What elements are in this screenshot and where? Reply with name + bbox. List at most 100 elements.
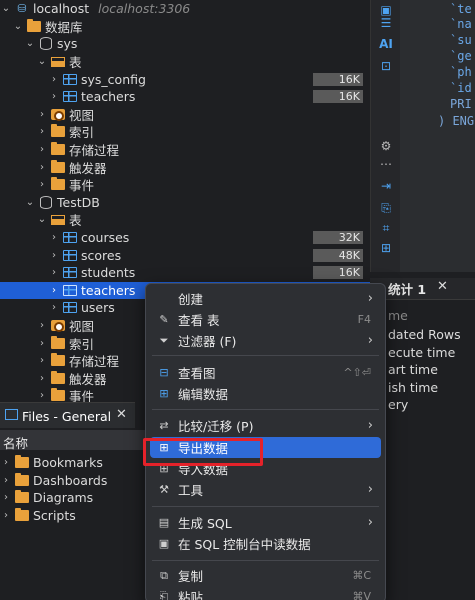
tree-node-triggers[interactable]: › 触发器 bbox=[0, 158, 370, 176]
stats-row: ecute time bbox=[388, 345, 456, 360]
more-icon[interactable]: ⋯ bbox=[378, 156, 394, 172]
menu-separator bbox=[152, 560, 379, 561]
list-item-bookmarks[interactable]: › Bookmarks bbox=[0, 454, 103, 471]
tree-node-sys-tables[interactable]: ⌄ 表 bbox=[0, 53, 370, 71]
menu-separator bbox=[152, 409, 379, 410]
tables-folder-icon bbox=[51, 56, 65, 67]
menu-item-label: 比较/迁移 (P) bbox=[178, 419, 254, 434]
chevron-down-icon[interactable]: ⌄ bbox=[24, 197, 36, 208]
table-icon bbox=[63, 302, 77, 314]
code-line: `su bbox=[450, 33, 472, 47]
grid-icon[interactable]: ⊞ bbox=[378, 240, 394, 256]
file-error-icon[interactable]: ⎘ bbox=[378, 200, 394, 216]
files-column-header[interactable]: 名称 bbox=[0, 430, 145, 451]
chevron-right-icon[interactable]: › bbox=[36, 320, 48, 331]
chevron-right-icon[interactable]: › bbox=[36, 162, 48, 173]
export-icon[interactable]: ⇥ bbox=[378, 178, 394, 194]
menu-item-view-table[interactable]: ✎ 查看 表 F4 bbox=[150, 309, 381, 330]
chevron-down-icon[interactable]: ⌄ bbox=[12, 21, 24, 32]
views-icon bbox=[51, 320, 65, 333]
chevron-right-icon[interactable]: › bbox=[36, 144, 48, 155]
tree-node-db-sys[interactable]: ⌄ sys bbox=[0, 35, 370, 53]
tree-node-table[interactable]: › students 16K bbox=[0, 264, 370, 282]
tab-statistics[interactable]: 统计 1 bbox=[388, 279, 426, 298]
folder-icon bbox=[15, 455, 29, 468]
chevron-down-icon[interactable]: ⌄ bbox=[36, 56, 48, 67]
sql-editor[interactable]: `te `na `su `ge `ph `id PRI ) ENG bbox=[400, 0, 475, 272]
folder-icon bbox=[15, 472, 29, 486]
chevron-down-icon[interactable]: ⌄ bbox=[36, 214, 48, 225]
chevron-right-icon[interactable]: › bbox=[48, 285, 60, 296]
menu-item-read-in-sql-console[interactable]: ▣ 在 SQL 控制台中读数据 bbox=[150, 533, 381, 554]
terminal-icon[interactable]: ⊡ bbox=[378, 58, 394, 74]
chevron-right-icon[interactable]: › bbox=[48, 91, 60, 102]
list-item-diagrams[interactable]: › Diagrams bbox=[0, 489, 93, 506]
chevron-right-icon[interactable]: › bbox=[48, 302, 60, 313]
menu-item-copy[interactable]: ⧉ 复制 ⌘C bbox=[150, 565, 381, 586]
chevron-right-icon[interactable]: › bbox=[48, 250, 60, 261]
sql-icon: ▤ bbox=[158, 516, 170, 529]
code-line: `na bbox=[450, 17, 472, 31]
chevron-right-icon: › bbox=[367, 482, 373, 497]
file-code-icon[interactable]: ⌗ bbox=[378, 220, 394, 236]
menu-item-edit-data[interactable]: ⊞ 编辑数据 bbox=[150, 383, 381, 404]
list-item-dashboards[interactable]: › Dashboards bbox=[0, 472, 107, 489]
chevron-right-icon[interactable]: › bbox=[36, 390, 48, 401]
tree-node-connection[interactable]: ⌄ ⛁ localhost localhost:3306 bbox=[0, 0, 370, 18]
code-line: `te bbox=[450, 2, 472, 16]
ai-button[interactable]: AI bbox=[378, 36, 394, 52]
folder-icon bbox=[15, 490, 29, 503]
list-item-label: Diagrams bbox=[33, 490, 94, 505]
menu-item-label: 编辑数据 bbox=[178, 387, 229, 402]
chevron-right-icon[interactable]: › bbox=[36, 355, 48, 366]
chevron-right-icon[interactable]: › bbox=[48, 267, 60, 278]
menu-item-label: 查看 表 bbox=[178, 313, 220, 328]
tree-node-events[interactable]: › 事件 bbox=[0, 176, 370, 194]
chevron-right-icon[interactable]: › bbox=[36, 179, 48, 190]
chevron-right-icon[interactable]: › bbox=[36, 126, 48, 137]
chevron-right-icon[interactable]: › bbox=[36, 338, 48, 349]
menu-item-tools[interactable]: ⚒ 工具 › bbox=[150, 479, 381, 500]
tree-node-table[interactable]: › teachers 16K bbox=[0, 88, 370, 106]
chevron-right-icon[interactable]: › bbox=[36, 373, 48, 384]
chevron-right-icon[interactable]: › bbox=[48, 74, 60, 85]
document-icon[interactable]: ☰ bbox=[378, 15, 394, 31]
menu-separator bbox=[152, 355, 379, 356]
tree-node-indexes[interactable]: › 索引 bbox=[0, 123, 370, 141]
paste-icon: ⎗ bbox=[159, 589, 169, 600]
menu-item-paste[interactable]: ⎗ 粘贴 ⌘V bbox=[150, 586, 381, 600]
close-icon[interactable]: ✕ bbox=[116, 407, 127, 422]
close-icon[interactable]: ✕ bbox=[437, 279, 448, 294]
tree-node-procedures[interactable]: › 存储过程 bbox=[0, 141, 370, 159]
tab-files-general[interactable]: Files - General bbox=[22, 409, 111, 424]
tree-node-views[interactable]: › 视图 bbox=[0, 106, 370, 124]
list-item-label: Dashboards bbox=[33, 472, 108, 488]
tree-node-db-testdb[interactable]: ⌄ TestDB bbox=[0, 194, 370, 212]
folder-label: 视图 bbox=[69, 107, 95, 123]
menu-item-generate-sql[interactable]: ▤ 生成 SQL › bbox=[150, 512, 381, 533]
chevron-right-icon[interactable]: › bbox=[0, 457, 12, 468]
table-size-badge: 32K bbox=[313, 231, 363, 245]
menu-item-create[interactable]: 创建 › bbox=[150, 288, 381, 309]
chevron-right-icon[interactable]: › bbox=[0, 492, 12, 503]
menu-item-view-diagram[interactable]: ⊟ 查看图 ^⇧⏎ bbox=[150, 362, 381, 383]
table-name: teachers bbox=[81, 282, 136, 298]
chevron-down-icon[interactable]: ⌄ bbox=[0, 3, 12, 14]
list-item-scripts[interactable]: › Scripts bbox=[0, 507, 76, 524]
folder-label: 事件 bbox=[69, 389, 95, 402]
tree-node-testdb-tables[interactable]: ⌄ 表 bbox=[0, 211, 370, 229]
menu-item-compare-migrate[interactable]: ⇄ 比较/迁移 (P) › bbox=[150, 415, 381, 436]
console-icon: ▣ bbox=[158, 537, 170, 550]
chevron-down-icon[interactable]: ⌄ bbox=[24, 38, 36, 49]
menu-item-filter[interactable]: ⏷ 过滤器 (F) › bbox=[150, 330, 381, 351]
gear-icon[interactable]: ⚙ bbox=[378, 138, 394, 154]
chevron-right-icon[interactable]: › bbox=[0, 475, 12, 486]
tree-node-table[interactable]: › scores 48K bbox=[0, 246, 370, 264]
tree-node-table[interactable]: › sys_config 16K bbox=[0, 70, 370, 88]
chevron-right-icon[interactable]: › bbox=[36, 109, 48, 120]
tree-node-table[interactable]: › courses 32K bbox=[0, 229, 370, 247]
chevron-right-icon[interactable]: › bbox=[48, 232, 60, 243]
chevron-right-icon[interactable]: › bbox=[0, 510, 12, 521]
folder-label: 索引 bbox=[69, 125, 95, 141]
tree-node-databases[interactable]: ⌄ 数据库 bbox=[0, 18, 370, 36]
